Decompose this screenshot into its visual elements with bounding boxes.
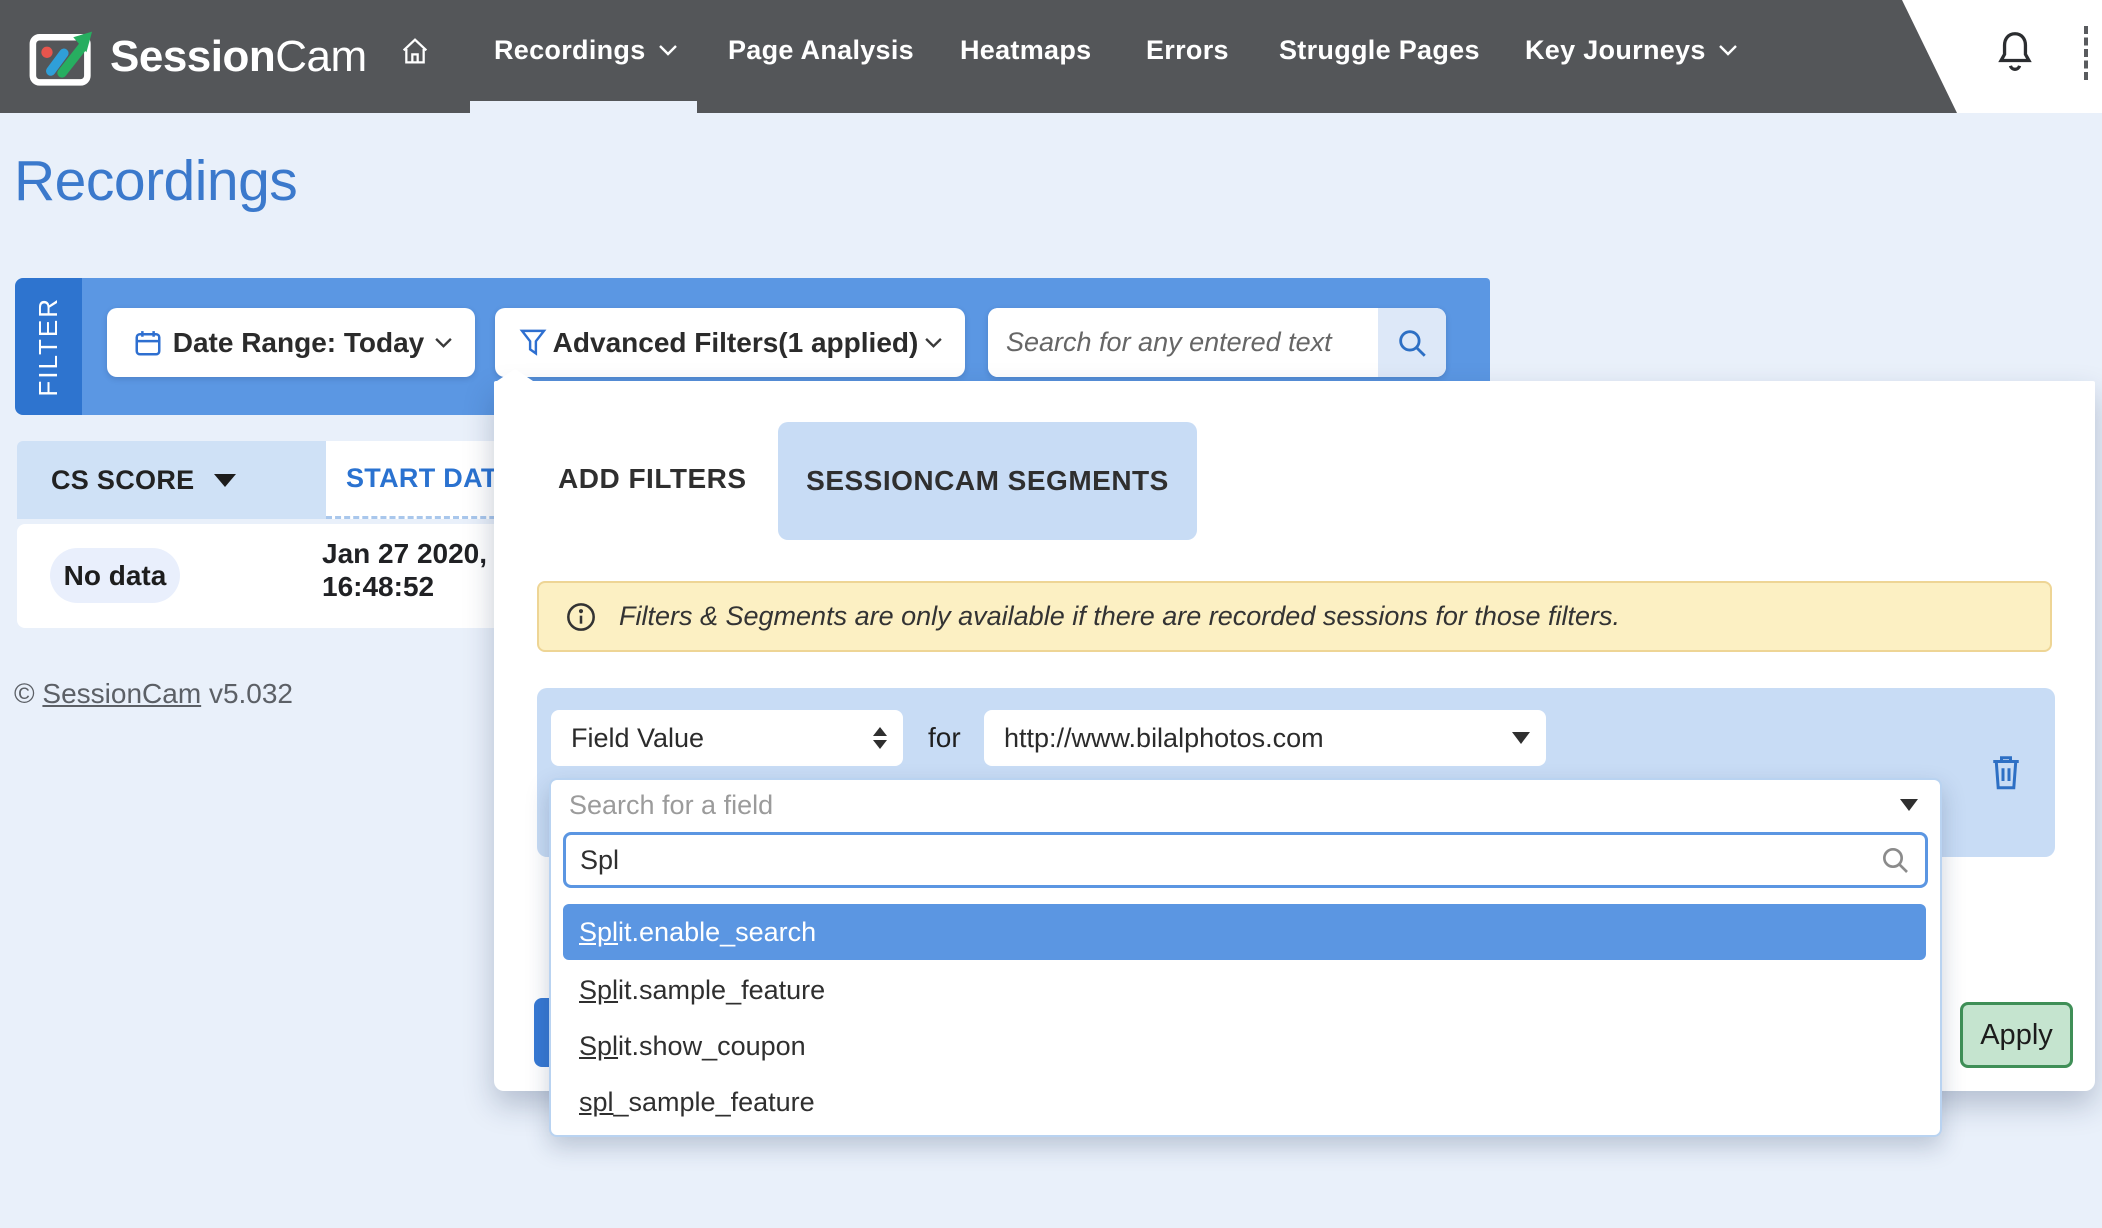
date-range-button[interactable]: Date Range: Today xyxy=(107,308,475,377)
kebab-menu-icon[interactable] xyxy=(2084,26,2088,80)
field-option[interactable]: Split.sample_feature xyxy=(563,962,1926,1018)
info-icon xyxy=(565,601,597,633)
app-window: SessionCam Recordings Page Analysis Heat… xyxy=(0,0,2102,1228)
nav-item-page-analysis[interactable]: Page Analysis xyxy=(728,0,914,101)
chevron-down-icon xyxy=(924,337,943,349)
select-spinner-icon xyxy=(873,727,887,749)
field-search-box xyxy=(563,832,1928,888)
search-icon xyxy=(1395,326,1429,360)
top-nav: SessionCam Recordings Page Analysis Heat… xyxy=(0,0,2102,113)
filter-drawer-tab[interactable]: FILTER xyxy=(15,278,82,415)
for-label: for xyxy=(928,722,961,754)
brand-name: SessionCam xyxy=(110,32,367,82)
footer-copyright: © SessionCam v5.032 xyxy=(14,678,293,710)
search-input[interactable] xyxy=(988,308,1378,377)
nav-item-errors[interactable]: Errors xyxy=(1146,0,1229,101)
site-select[interactable]: http://www.bilalphotos.com xyxy=(984,710,1546,766)
nav-item-heatmaps[interactable]: Heatmaps xyxy=(960,0,1091,101)
field-option[interactable]: spl_sample_feature xyxy=(563,1074,1926,1130)
field-search-dropdown: Search for a field Split.enable_search S… xyxy=(549,778,1942,1137)
trash-icon xyxy=(1988,752,2024,792)
panel-pointer xyxy=(494,369,536,383)
field-search-input[interactable] xyxy=(580,845,1879,876)
funnel-icon xyxy=(519,328,547,358)
footer-brand-link[interactable]: SessionCam xyxy=(42,678,201,709)
active-tab-indicator xyxy=(470,101,697,113)
search-icon xyxy=(1879,844,1911,876)
chevron-down-icon xyxy=(658,44,678,57)
nav-corner xyxy=(1860,0,2102,113)
info-banner: Filters & Segments are only available if… xyxy=(537,581,2052,652)
text-search xyxy=(988,308,1446,377)
table-row[interactable]: No data Jan 27 2020, 16:48:52 xyxy=(17,524,509,628)
advanced-filters-button[interactable]: Advanced Filters(1 applied) xyxy=(495,308,965,377)
caret-down-icon xyxy=(1900,799,1918,811)
calendar-icon xyxy=(133,328,163,358)
sessioncam-logo-icon xyxy=(28,26,96,88)
nav-label: Recordings xyxy=(494,35,646,66)
caret-down-icon xyxy=(1512,732,1530,744)
nav-item-key-journeys[interactable]: Key Journeys xyxy=(1525,0,1738,101)
start-date-value: Jan 27 2020, 16:48:52 xyxy=(322,537,512,603)
field-option-selected[interactable]: Split.enable_search xyxy=(563,904,1926,960)
home-icon[interactable] xyxy=(399,0,431,101)
field-combobox[interactable]: Search for a field xyxy=(551,780,1940,830)
apply-button[interactable]: Apply xyxy=(1960,1002,2073,1068)
column-header-cs-score[interactable]: CS SCORE xyxy=(17,441,326,519)
bell-icon[interactable] xyxy=(1993,28,2037,78)
page-title: Recordings xyxy=(14,148,297,214)
chevron-down-icon xyxy=(1718,44,1738,57)
field-option[interactable]: Split.show_coupon xyxy=(563,1018,1926,1074)
brand-logo[interactable]: SessionCam xyxy=(28,0,367,113)
chevron-down-icon xyxy=(434,337,453,349)
search-button[interactable] xyxy=(1378,308,1446,377)
tab-sessioncam-segments[interactable]: SESSIONCAM SEGMENTS xyxy=(778,422,1197,540)
tab-add-filters[interactable]: ADD FILTERS xyxy=(544,453,761,505)
nav-item-recordings[interactable]: Recordings xyxy=(494,0,678,101)
field-type-select[interactable]: Field Value xyxy=(551,710,903,766)
nav-item-struggle-pages[interactable]: Struggle Pages xyxy=(1279,0,1480,101)
delete-filter-button[interactable] xyxy=(1982,748,2030,796)
sort-descending-icon xyxy=(214,474,236,487)
cs-score-badge: No data xyxy=(50,548,180,603)
